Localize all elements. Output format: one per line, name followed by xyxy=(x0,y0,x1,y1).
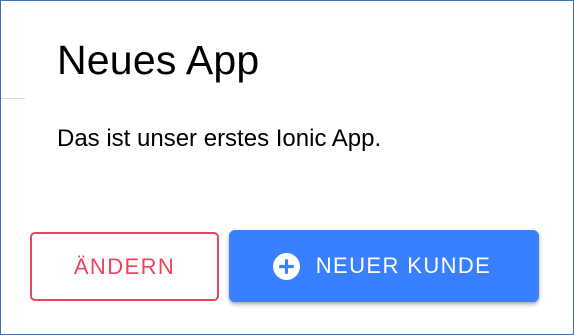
app-content: Neues App Das ist unser erstes Ionic App… xyxy=(0,0,574,335)
add-circle-icon xyxy=(272,252,300,280)
new-customer-button-label: NEUER KUNDE xyxy=(315,253,492,278)
edit-button-label: ÄNDERN xyxy=(73,253,176,279)
intro-text: Das ist unser erstes Ionic App. xyxy=(57,125,382,152)
edit-button[interactable]: ÄNDERN xyxy=(30,232,219,301)
toolbar-divider xyxy=(1,98,25,99)
page-title: Neues App xyxy=(57,37,260,83)
new-customer-button[interactable]: NEUER KUNDE xyxy=(229,230,539,302)
